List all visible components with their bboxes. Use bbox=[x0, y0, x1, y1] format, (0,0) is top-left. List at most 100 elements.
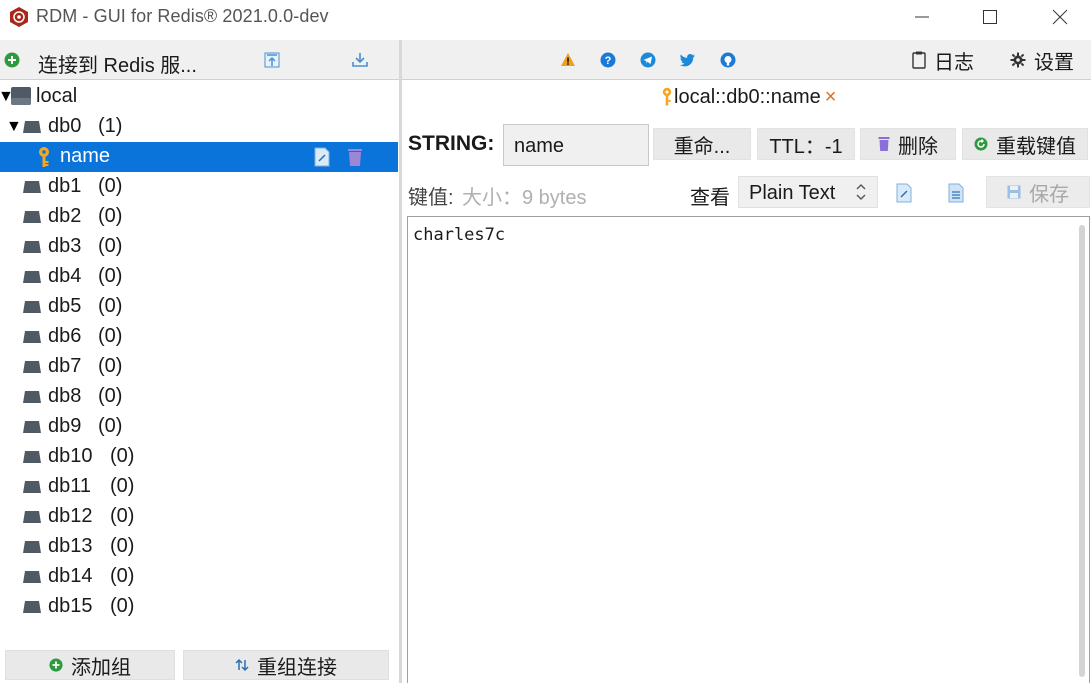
db-name: db5 bbox=[48, 295, 82, 317]
db-key-count: (0) bbox=[98, 325, 123, 347]
tree-db-row[interactable]: db15 (0) bbox=[0, 592, 398, 622]
value-text[interactable]: charles7c bbox=[413, 225, 505, 245]
database-icon bbox=[23, 511, 41, 523]
reorder-connections-label: 重组连接 bbox=[257, 656, 337, 679]
format-select[interactable]: Plain Text bbox=[738, 176, 878, 208]
tree-db-row[interactable]: db3 (0) bbox=[0, 232, 398, 262]
db-name: db11 bbox=[48, 475, 92, 497]
reload-button[interactable]: 重载键值 bbox=[962, 128, 1088, 160]
database-icon bbox=[23, 181, 41, 193]
db-name: db15 bbox=[48, 595, 93, 617]
tab-key-view[interactable]: local::db0::name × bbox=[660, 84, 836, 110]
maximize-button[interactable] bbox=[966, 0, 1014, 34]
db-key-count: (0) bbox=[110, 535, 135, 557]
twitter-icon[interactable] bbox=[680, 52, 696, 68]
tree-db-row[interactable]: db12 (0) bbox=[0, 502, 398, 532]
db-name: db13 bbox=[48, 535, 93, 557]
rename-label: 重命... bbox=[673, 135, 731, 158]
copy-key-icon[interactable] bbox=[314, 147, 330, 167]
log-button[interactable]: 日志 bbox=[912, 46, 974, 74]
github-icon[interactable] bbox=[720, 52, 736, 68]
db-name: db6 bbox=[48, 325, 82, 347]
db-key-count: (0) bbox=[98, 355, 123, 377]
reorder-connections-button[interactable]: 重组连接 bbox=[183, 650, 389, 680]
database-icon bbox=[23, 301, 41, 313]
tab-close-icon[interactable]: × bbox=[825, 86, 837, 109]
tree-db-row[interactable]: db8 (0) bbox=[0, 382, 398, 412]
warning-icon[interactable] bbox=[560, 52, 576, 68]
export-config-icon[interactable] bbox=[350, 50, 370, 70]
db-key-count: (0) bbox=[98, 265, 123, 287]
tree-key-row[interactable]: name bbox=[0, 142, 398, 172]
database-icon bbox=[23, 361, 41, 373]
refresh-icon bbox=[974, 137, 988, 151]
db-name: db12 bbox=[48, 505, 93, 527]
db-name: db4 bbox=[48, 265, 82, 287]
database-icon bbox=[23, 481, 41, 493]
save-button[interactable]: 保存 bbox=[986, 176, 1090, 208]
ttl-label: TTL：-1 bbox=[769, 135, 843, 158]
trash-icon[interactable] bbox=[347, 147, 363, 167]
db-key-count: (0) bbox=[98, 175, 123, 197]
value-editor[interactable]: charles7c bbox=[407, 216, 1090, 683]
telegram-icon[interactable] bbox=[640, 52, 656, 68]
db-name: db10 bbox=[48, 445, 93, 467]
db-key-count: (0) bbox=[110, 595, 135, 617]
settings-button[interactable]: 设置 bbox=[1010, 46, 1074, 74]
tree-db-row[interactable]: db10 (0) bbox=[0, 442, 398, 472]
clipboard-icon bbox=[912, 51, 926, 69]
tree-db-row[interactable]: db2 (0) bbox=[0, 202, 398, 232]
tree-db-row[interactable]: ▼ db0 (1) bbox=[0, 112, 398, 142]
delete-label: 删除 bbox=[898, 135, 938, 158]
db-key-count: (0) bbox=[98, 205, 123, 227]
database-icon bbox=[23, 451, 41, 463]
help-icon[interactable]: ? bbox=[600, 52, 616, 68]
connections-footer: 添加组 重组连接 bbox=[0, 648, 400, 683]
vertical-scrollbar[interactable] bbox=[1079, 225, 1085, 677]
key-icon bbox=[39, 147, 49, 167]
minimize-button[interactable] bbox=[898, 0, 946, 34]
add-group-button[interactable]: 添加组 bbox=[5, 650, 175, 680]
rdm-logo-icon bbox=[10, 7, 28, 27]
ttl-button[interactable]: TTL：-1 bbox=[757, 128, 855, 160]
tree-db-row[interactable]: db6 (0) bbox=[0, 322, 398, 352]
delete-button[interactable]: 删除 bbox=[860, 128, 956, 160]
database-icon bbox=[23, 121, 41, 133]
import-config-icon[interactable] bbox=[262, 50, 282, 70]
maximize-icon bbox=[983, 10, 997, 24]
expanded-arrow-icon[interactable]: ▼ bbox=[6, 118, 22, 136]
minimize-icon bbox=[915, 16, 929, 18]
tree-db-row[interactable]: db4 (0) bbox=[0, 262, 398, 292]
title-bar: RDM - GUI for Redis® 2021.0.0-dev bbox=[0, 0, 1091, 34]
db-name: db8 bbox=[48, 385, 82, 407]
close-window-button[interactable] bbox=[1036, 0, 1084, 34]
db-name: db9 bbox=[48, 415, 82, 437]
tree-db-row[interactable]: db11 (0) bbox=[0, 472, 398, 502]
connect-to-redis-button[interactable]: 连接到 Redis 服... bbox=[0, 40, 250, 80]
document-icon[interactable] bbox=[947, 183, 965, 203]
tree-db-row[interactable]: db14 (0) bbox=[0, 562, 398, 592]
tree-db-row[interactable]: db7 (0) bbox=[0, 352, 398, 382]
copy-value-icon[interactable] bbox=[895, 183, 913, 203]
tree-db-row[interactable]: db1 (0) bbox=[0, 172, 398, 202]
connections-panel: 连接到 Redis 服... ▼ local ▼ db0 (1) name db… bbox=[0, 40, 400, 683]
tree-db-row[interactable]: db9 (0) bbox=[0, 412, 398, 442]
database-icon bbox=[23, 241, 41, 253]
db-name: db3 bbox=[48, 235, 82, 257]
tree-db-row[interactable]: db5 (0) bbox=[0, 292, 398, 322]
rename-button[interactable]: 重命... bbox=[653, 128, 751, 160]
database-icon bbox=[23, 571, 41, 583]
connection-name: local bbox=[36, 85, 78, 107]
connection-tree: ▼ local ▼ db0 (1) name db1 (0) db2 (0) d… bbox=[0, 82, 400, 642]
database-icon bbox=[23, 391, 41, 403]
db-key-count: (0) bbox=[98, 235, 123, 257]
key-name-field[interactable]: name bbox=[503, 124, 649, 166]
key-type-label: STRING: bbox=[408, 132, 495, 155]
plus-circle-icon bbox=[4, 52, 20, 68]
tree-db-row[interactable]: db13 (0) bbox=[0, 532, 398, 562]
value-label: 键值: bbox=[408, 187, 454, 209]
value-size: 大小：9 bytes bbox=[462, 187, 587, 209]
key-icon bbox=[662, 87, 672, 106]
database-icon bbox=[23, 541, 41, 553]
tree-connection-local[interactable]: ▼ local bbox=[0, 82, 398, 112]
